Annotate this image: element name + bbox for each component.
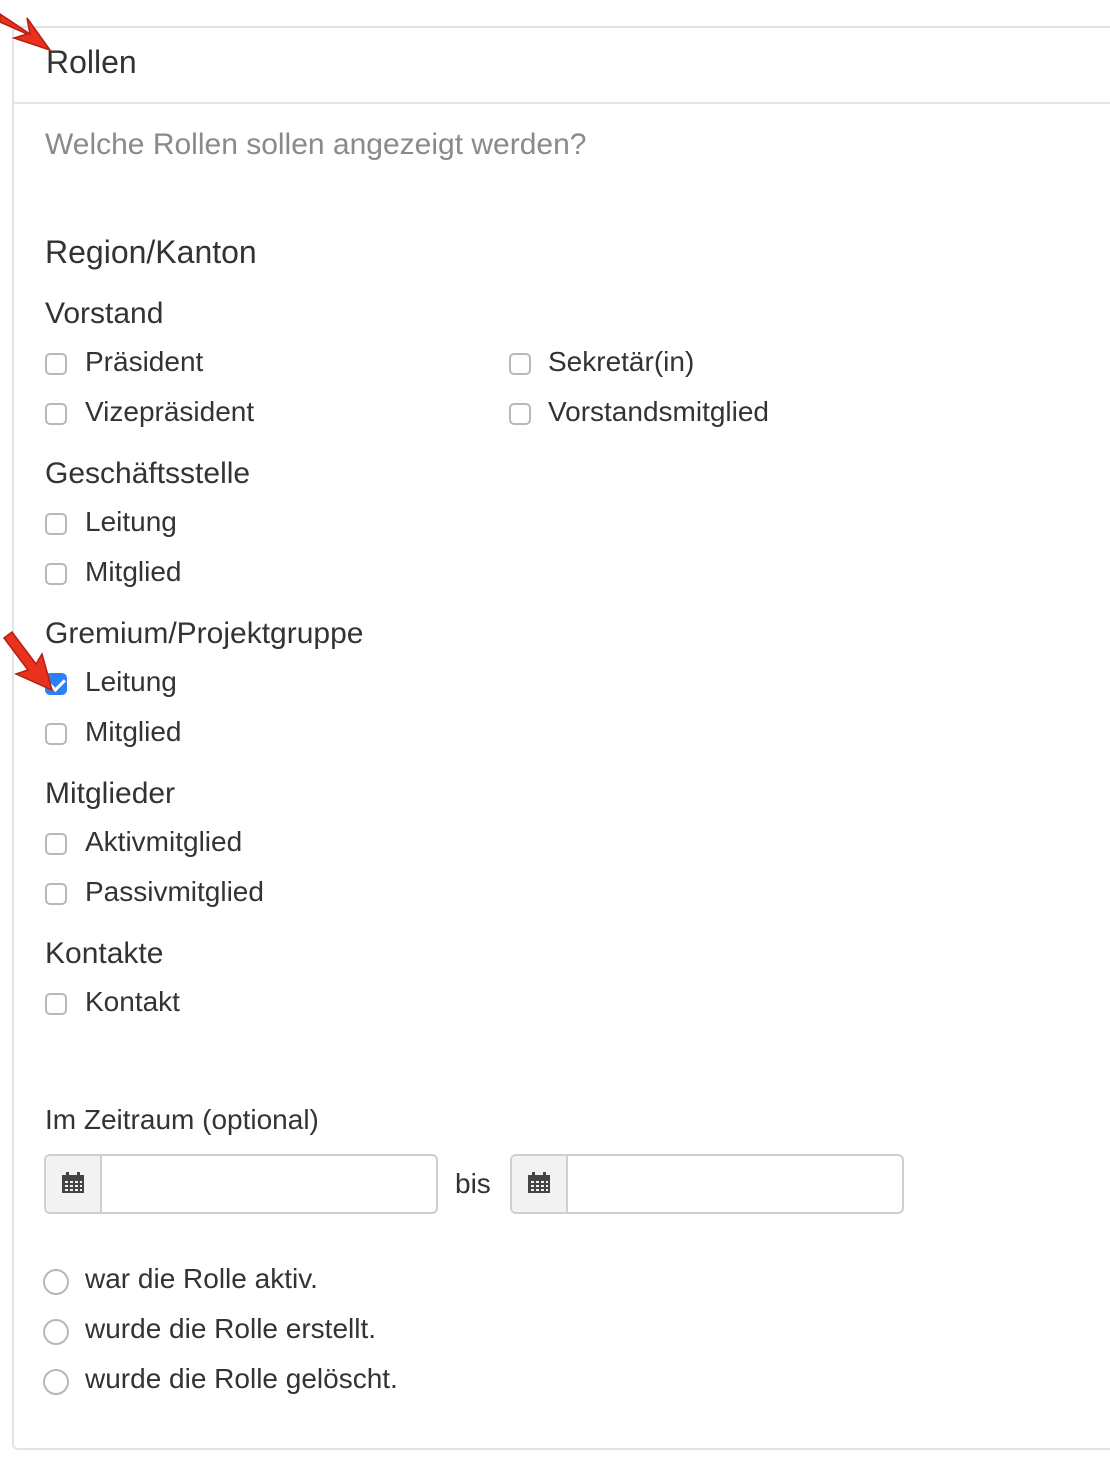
checkbox-aktivmitglied[interactable]	[45, 833, 67, 855]
checkbox-label-aktivmitglied[interactable]: Aktivmitglied	[85, 826, 242, 858]
panel-heading: Rollen	[14, 28, 1110, 104]
radio-role-active[interactable]	[43, 1269, 69, 1295]
checkbox-label-gs-leitung[interactable]: Leitung	[85, 506, 177, 538]
radio-label-role-active[interactable]: war die Rolle aktiv.	[85, 1263, 318, 1295]
checkbox-praesident[interactable]	[45, 353, 67, 375]
checkbox-vizepraesident[interactable]	[45, 403, 67, 425]
calendar-icon[interactable]	[512, 1156, 568, 1212]
checkbox-label-gs-mitglied[interactable]: Mitglied	[85, 556, 181, 588]
checkbox-label-vorstandsmitglied[interactable]: Vorstandsmitglied	[548, 396, 769, 428]
checkbox-label-gremium-mitglied[interactable]: Mitglied	[85, 716, 181, 748]
red-arrow-icon	[0, 13, 52, 52]
group-title-vorstand: Vorstand	[45, 297, 164, 330]
red-arrow-icon	[2, 630, 54, 692]
checkbox-label-sekretaerin[interactable]: Sekretär(in)	[548, 346, 694, 378]
calendar-icon[interactable]	[46, 1156, 102, 1212]
checkbox-kontakt[interactable]	[45, 993, 67, 1015]
checkbox-label-praesident[interactable]: Präsident	[85, 346, 203, 378]
date-to-input[interactable]	[568, 1156, 902, 1214]
date-from-input[interactable]	[102, 1156, 436, 1214]
panel-title: Rollen	[46, 44, 137, 80]
date-to-group	[510, 1154, 904, 1214]
group-title-geschaeftsstelle: Geschäftsstelle	[45, 457, 251, 490]
checkbox-passivmitglied[interactable]	[45, 883, 67, 905]
group-title-gremium: Gremium/Projektgruppe	[45, 617, 364, 650]
checkbox-label-vizepraesident[interactable]: Vizepräsident	[85, 396, 254, 428]
checkbox-vorstandsmitglied[interactable]	[509, 403, 531, 425]
region-heading: Region/Kanton	[45, 234, 257, 270]
checkbox-gs-leitung[interactable]	[45, 513, 67, 535]
checkbox-sekretaerin[interactable]	[509, 353, 531, 375]
checkbox-label-passivmitglied[interactable]: Passivmitglied	[85, 876, 264, 908]
group-title-mitglieder: Mitglieder	[45, 777, 176, 810]
radio-role-created[interactable]	[43, 1319, 69, 1345]
checkbox-gs-mitglied[interactable]	[45, 563, 67, 585]
radio-label-role-created[interactable]: wurde die Rolle erstellt.	[85, 1313, 376, 1345]
checkbox-label-gremium-leitung[interactable]: Leitung	[85, 666, 177, 698]
radio-label-role-deleted[interactable]: wurde die Rolle gelöscht.	[85, 1363, 398, 1395]
date-range-separator: bis	[455, 1168, 491, 1199]
checkbox-gremium-mitglied[interactable]	[45, 723, 67, 745]
roles-question: Welche Rollen sollen angezeigt werden?	[45, 128, 587, 161]
timeframe-label: Im Zeitraum (optional)	[45, 1104, 319, 1135]
date-from-group	[44, 1154, 438, 1214]
radio-role-deleted[interactable]	[43, 1369, 69, 1395]
checkbox-label-kontakt[interactable]: Kontakt	[85, 986, 180, 1018]
group-title-kontakte: Kontakte	[45, 937, 164, 970]
